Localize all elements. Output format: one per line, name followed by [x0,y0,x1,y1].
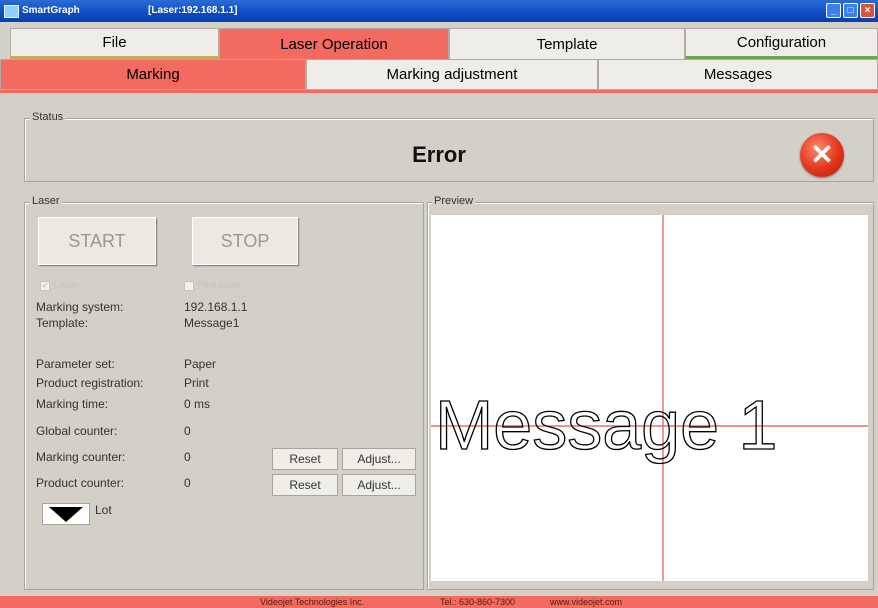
tab-marking-adjustment[interactable]: Marking adjustment [306,59,598,90]
checkbox-unchecked-icon [184,280,194,291]
tab-file[interactable]: File [10,28,219,59]
tab-marking[interactable]: Marking [0,59,306,90]
close-button[interactable]: × [860,3,875,18]
laser-group-label: Laser [30,195,62,207]
preview-message-text: Message 1 [435,386,777,464]
arrow-down-icon [49,507,83,522]
main-tab-bar: File Laser Operation Template Configurat… [10,28,878,59]
tab-configuration[interactable]: Configuration [685,28,878,59]
footer-bar: Videojet Technologies Inc. Tel.: 630-860… [0,596,878,608]
title-bar: SmartGraph [Laser:192.168.1.1] _ □ × [0,0,878,22]
minimize-button[interactable]: _ [826,3,841,18]
pilot-laser-checkbox-label: Pilot laser [197,280,241,291]
laser-checkbox-label: Laser [53,280,79,291]
parameter-set-value: Paper [184,357,217,371]
preview-canvas[interactable]: Message 1 [431,215,868,581]
product-registration-label: Product registration: [36,376,144,390]
pilot-laser-checkbox[interactable]: Pilot laser [184,280,241,291]
marking-counter-label: Marking counter: [36,450,126,464]
app-icon [4,5,19,18]
reset-product-counter-button[interactable]: Reset [272,474,338,496]
adjust-product-counter-button[interactable]: Adjust... [342,474,416,496]
marking-time-value: 0 ms [184,397,211,411]
template-label: Template: [36,316,89,330]
start-button[interactable]: START [38,217,156,265]
checkbox-checked-icon: ✓ [40,280,50,291]
global-counter-label: Global counter: [36,424,118,438]
lot-toggle-button[interactable] [42,503,90,525]
product-counter-value: 0 [184,476,191,490]
tab-messages[interactable]: Messages [598,59,878,90]
product-counter-label: Product counter: [36,476,125,490]
product-registration-value: Print [184,376,209,390]
global-counter-value: 0 [184,424,191,438]
maximize-button[interactable]: □ [843,3,858,18]
marking-counter-value: 0 [184,450,191,464]
footer-company: Videojet Technologies Inc. [260,597,365,607]
footer-phone: Tel.: 630-860-7300 [440,597,516,607]
stop-button[interactable]: STOP [192,217,298,265]
laser-checkbox[interactable]: ✓ Laser [40,280,78,291]
tab-laser-operation[interactable]: Laser Operation [219,28,449,59]
status-text: Error [412,142,466,167]
marking-system-value: 192.168.1.1 [184,300,248,314]
lot-label: Lot [95,503,112,517]
tab-underline [0,90,878,93]
status-group-label: Status [30,111,66,123]
adjust-marking-counter-button[interactable]: Adjust... [342,448,416,470]
marking-system-label: Marking system: [36,300,124,314]
sub-tab-bar: Marking Marking adjustment Messages [0,59,878,90]
parameter-set-label: Parameter set: [36,357,115,371]
app-name: SmartGraph [22,5,80,16]
preview-drawing: Message 1 [431,215,868,581]
error-icon: ✕ [800,133,844,177]
footer-website: www.videojet.com [550,597,623,607]
marking-time-label: Marking time: [36,397,109,411]
tab-template[interactable]: Template [449,28,685,59]
preview-group-label: Preview [432,195,476,207]
reset-marking-counter-button[interactable]: Reset [272,448,338,470]
template-value: Message1 [184,316,240,330]
connection-info: [Laser:192.168.1.1] [148,5,238,16]
